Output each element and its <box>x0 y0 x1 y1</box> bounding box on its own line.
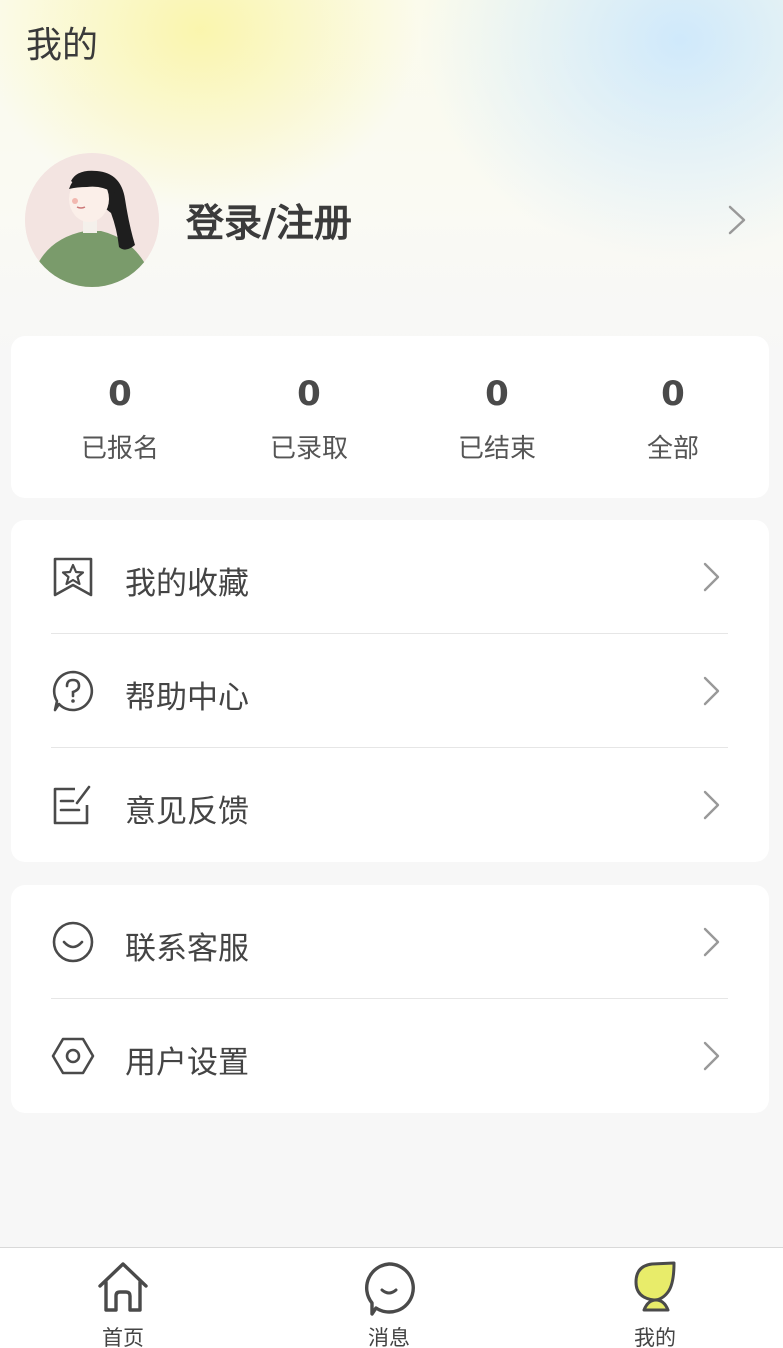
menu-item-customer-service[interactable]: 联系客服 <box>11 885 769 999</box>
chevron-right-icon <box>703 790 720 820</box>
chevron-right-icon <box>703 562 720 592</box>
tab-label: 消息 <box>368 1326 410 1348</box>
menu-group-1: 我的收藏 帮助中心 意见反馈 <box>11 520 769 862</box>
menu-item-label: 意见反馈 <box>125 794 249 830</box>
stat-all[interactable]: 0 全部 <box>598 336 748 498</box>
stat-label: 已录取 <box>269 434 348 464</box>
avatar[interactable] <box>25 153 159 287</box>
tab-home[interactable]: 首页 <box>63 1248 183 1348</box>
feedback-edit-icon <box>53 785 91 825</box>
menu-item-feedback[interactable]: 意见反馈 <box>11 748 769 862</box>
menu-item-label: 帮助中心 <box>125 680 249 716</box>
menu-item-label: 我的收藏 <box>125 566 249 602</box>
tab-profile[interactable]: 我的 <box>595 1248 715 1348</box>
chevron-right-icon <box>703 676 720 706</box>
stat-value: 0 <box>661 374 685 414</box>
stat-ended[interactable]: 0 已结束 <box>422 336 572 498</box>
stat-label: 全部 <box>646 434 699 464</box>
profile-leaf-icon <box>634 1261 676 1312</box>
menu-item-settings[interactable]: 用户设置 <box>11 999 769 1113</box>
message-smile-icon <box>364 1262 415 1316</box>
customer-service-smile-icon <box>52 921 94 963</box>
menu-item-help[interactable]: 帮助中心 <box>11 634 769 748</box>
home-icon <box>98 1262 148 1312</box>
bottom-tab-bar: 首页 消息 我的 <box>0 1247 783 1348</box>
avatar-illustration <box>25 153 159 287</box>
chevron-right-icon <box>703 1041 720 1071</box>
settings-hexagon-icon <box>51 1037 95 1075</box>
stat-registered[interactable]: 0 已报名 <box>45 336 195 498</box>
help-question-icon <box>52 670 94 712</box>
tab-label: 首页 <box>102 1326 144 1348</box>
stat-value: 0 <box>297 374 321 414</box>
stats-card: 0 已报名 0 已录取 0 已结束 0 全部 <box>11 336 769 498</box>
menu-group-2: 联系客服 用户设置 <box>11 885 769 1113</box>
stat-value: 0 <box>108 374 132 414</box>
menu-item-label: 用户设置 <box>125 1045 249 1081</box>
tab-label: 我的 <box>634 1326 676 1348</box>
stat-label: 已报名 <box>80 434 159 464</box>
stat-admitted[interactable]: 0 已录取 <box>234 336 384 498</box>
stat-label: 已结束 <box>457 434 536 464</box>
favorites-star-icon <box>53 557 93 597</box>
menu-item-label: 联系客服 <box>125 931 249 967</box>
tab-messages[interactable]: 消息 <box>329 1248 449 1348</box>
chevron-right-icon[interactable] <box>726 204 748 236</box>
chevron-right-icon <box>703 927 720 957</box>
login-register-link[interactable]: 登录/注册 <box>186 192 352 247</box>
stat-value: 0 <box>485 374 509 414</box>
page-title: 我的 <box>26 25 99 66</box>
menu-item-favorites[interactable]: 我的收藏 <box>11 520 769 634</box>
